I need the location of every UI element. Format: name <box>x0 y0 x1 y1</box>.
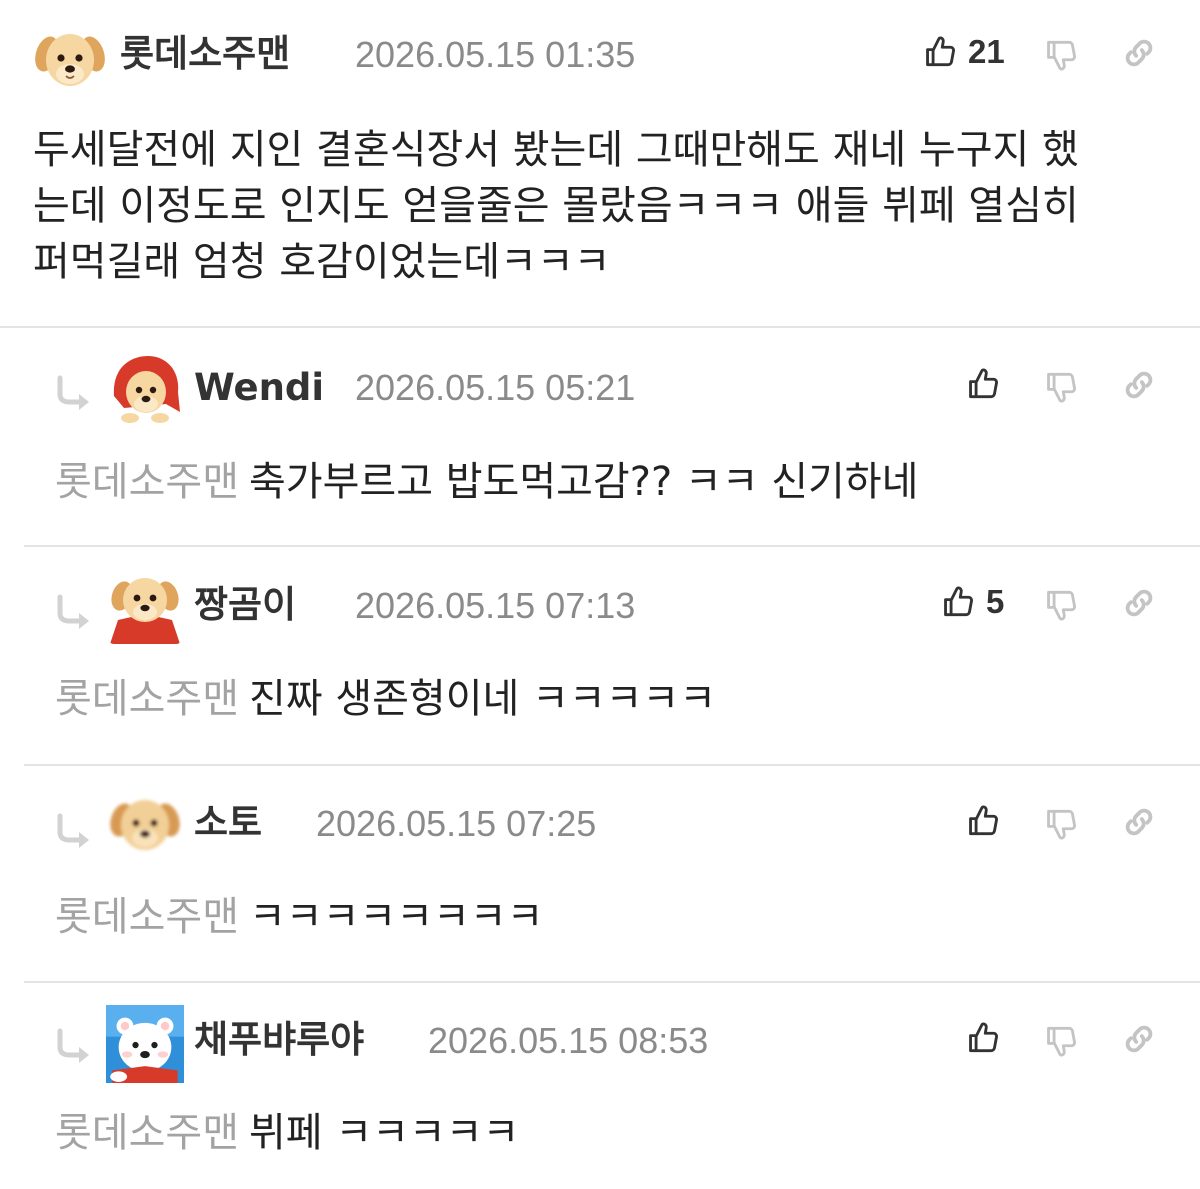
thumbs-down-icon <box>1043 1022 1081 1060</box>
dislike-button[interactable] <box>1043 36 1081 74</box>
link-icon <box>1120 584 1158 622</box>
thumbs-up-icon <box>965 802 1003 840</box>
dislike-button[interactable] <box>1043 1022 1081 1060</box>
like-button[interactable] <box>965 1019 1011 1057</box>
reply-timestamp: 2026.05.15 08:53 <box>428 1020 709 1061</box>
dislike-button[interactable] <box>1043 368 1081 406</box>
reply: Wendi 2026.05.15 05:21 롯데소주맨 축가부르고 밥도먹고감?… <box>0 328 1200 546</box>
reply-content: 축가부르고 밥도먹고감?? ㅋㅋ 신기하네 <box>249 459 919 505</box>
link-button[interactable] <box>1120 1020 1158 1058</box>
mention[interactable]: 롯데소주맨 <box>55 1110 239 1156</box>
reply-text: 롯데소주맨 진짜 생존형이네 ㅋㅋㅋㅋㅋ <box>55 671 716 727</box>
avatar[interactable] <box>108 788 182 862</box>
avatar[interactable] <box>33 22 107 96</box>
reply-text: 롯데소주맨 축가부르고 밥도먹고감?? ㅋㅋ 신기하네 <box>55 454 918 510</box>
dislike-button[interactable] <box>1043 805 1081 843</box>
reply-arrow-icon <box>52 593 96 633</box>
reply-timestamp: 2026.05.15 07:25 <box>316 803 597 844</box>
link-icon <box>1120 803 1158 841</box>
thumbs-up-icon <box>965 365 1003 403</box>
reply-arrow-icon <box>52 812 96 852</box>
link-icon <box>1120 34 1158 72</box>
puppy-red-cape-icon <box>108 570 182 644</box>
reply-content: 진짜 생존형이네 ㅋㅋㅋㅋㅋ <box>249 676 717 722</box>
link-button[interactable] <box>1120 34 1158 72</box>
reply: 소토 2026.05.15 07:25 롯데소주맨 ㅋㅋㅋㅋㅋㅋㅋㅋ <box>0 766 1200 982</box>
reply: 채푸뱌루야 2026.05.15 08:53 롯데소주맨 뷔페 ㅋㅋㅋㅋㅋ <box>0 983 1200 1189</box>
link-icon <box>1120 1020 1158 1058</box>
thumbs-down-icon <box>1043 586 1081 624</box>
like-button[interactable] <box>965 802 1011 840</box>
thumbs-up-icon <box>922 33 960 71</box>
like-button[interactable]: 21 <box>922 33 1005 71</box>
comment-text-line: 두세달전에 지인 결혼식장서 봤는데 그때만해도 재네 누구지 했 <box>33 127 1079 173</box>
like-count: 21 <box>968 33 1005 70</box>
reply-text: 롯데소주맨 뷔페 ㅋㅋㅋㅋㅋ <box>55 1105 519 1161</box>
polar-bear-icon <box>106 1005 184 1083</box>
mention[interactable]: 롯데소주맨 <box>55 676 239 722</box>
like-button[interactable]: 5 <box>940 583 1004 621</box>
comment-text-line: 는데 이정도로 인지도 얻을줄은 몰랐음ㅋㅋㅋ 애들 뷔페 열심히 <box>33 183 1079 229</box>
comment-text-line: 퍼먹길래 엄청 호감이었는데ㅋㅋㅋ <box>33 239 611 285</box>
reply-content: ㅋㅋㅋㅋㅋㅋㅋㅋ <box>249 894 544 940</box>
comment: 롯데소주맨 2026.05.15 01:35 21 두세달전에 지인 결혼식장서… <box>0 0 1200 328</box>
avatar[interactable] <box>108 352 182 426</box>
reply: 짱곰이 2026.05.15 07:13 5 롯데소주맨 진짜 생존형이네 ㅋㅋㅋ… <box>0 547 1200 765</box>
like-count: 5 <box>986 583 1005 620</box>
mention[interactable]: 롯데소주맨 <box>55 459 239 505</box>
avatar[interactable] <box>106 1005 184 1083</box>
reply-arrow-icon <box>52 374 96 414</box>
reply-text: 롯데소주맨 ㅋㅋㅋㅋㅋㅋㅋㅋ <box>55 889 543 945</box>
reply-content: 뷔페 ㅋㅋㅋㅋㅋ <box>249 1110 520 1156</box>
comment-text: 두세달전에 지인 결혼식장서 봤는데 그때만해도 재네 누구지 했 는데 이정도… <box>33 122 1079 290</box>
reply-nickname[interactable]: 소토 <box>194 804 262 841</box>
link-icon <box>1120 366 1158 404</box>
thumbs-down-icon <box>1043 805 1081 843</box>
comment-timestamp: 2026.05.15 01:35 <box>355 34 636 75</box>
comment-nickname[interactable]: 롯데소주맨 <box>120 35 290 72</box>
reply-nickname[interactable]: Wendi <box>194 369 324 406</box>
thumbs-up-icon <box>965 1019 1003 1057</box>
reply-nickname[interactable]: 짱곰이 <box>194 586 296 623</box>
link-button[interactable] <box>1120 803 1158 841</box>
reply-nickname[interactable]: 채푸뱌루야 <box>194 1021 364 1058</box>
mention[interactable]: 롯데소주맨 <box>55 894 239 940</box>
reply-timestamp: 2026.05.15 05:21 <box>355 367 636 408</box>
link-button[interactable] <box>1120 584 1158 622</box>
thumbs-down-icon <box>1043 36 1081 74</box>
puppy-icon <box>33 22 107 96</box>
like-button[interactable] <box>965 365 1011 403</box>
avatar[interactable] <box>108 570 182 644</box>
dislike-button[interactable] <box>1043 586 1081 624</box>
reply-arrow-icon <box>52 1027 96 1067</box>
puppy-blur-icon <box>108 788 182 862</box>
reply-timestamp: 2026.05.15 07:13 <box>355 585 636 626</box>
link-button[interactable] <box>1120 366 1158 404</box>
puppy-red-hood-icon <box>108 352 182 426</box>
thumbs-up-icon <box>940 583 978 621</box>
thumbs-down-icon <box>1043 368 1081 406</box>
